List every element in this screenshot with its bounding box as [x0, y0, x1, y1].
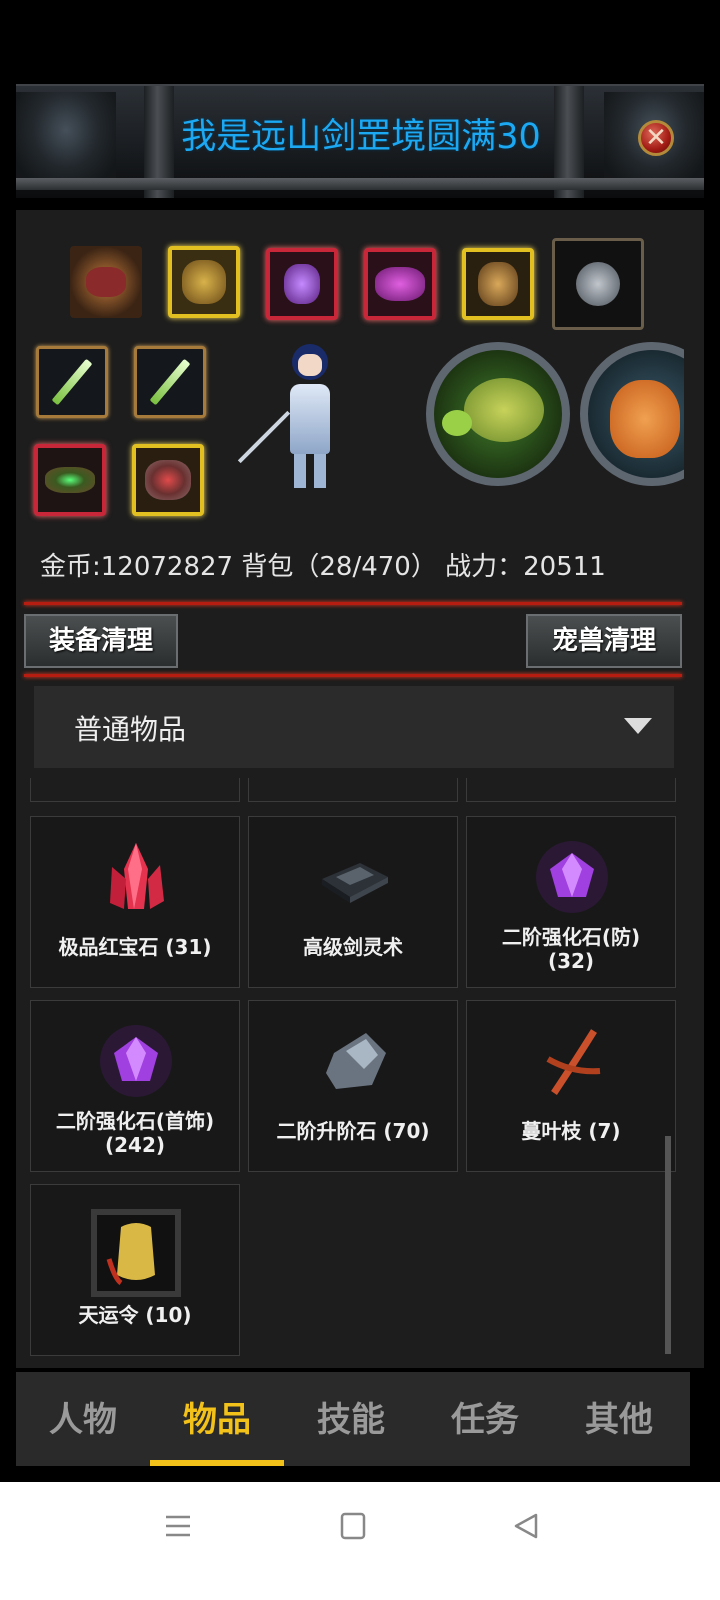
charm-icon [478, 262, 518, 306]
purple-gem-icon [98, 1023, 174, 1099]
token-icon [91, 1209, 181, 1297]
item-cell[interactable]: 天运令 (10) [30, 1184, 240, 1356]
tab-other[interactable]: 其他 [552, 1372, 686, 1466]
header-bar [16, 178, 704, 190]
item-name: 极品红宝石 (31) [58, 935, 212, 959]
fox-icon [610, 380, 680, 458]
ring-slot[interactable] [552, 238, 644, 330]
close-icon[interactable]: ✕ [638, 120, 674, 156]
belt-slot[interactable] [34, 444, 106, 516]
dialog-title: 我是远山剑罡境圆满30 [181, 117, 541, 157]
bracer-icon [145, 460, 191, 500]
item-cell[interactable]: 二阶强化石(防) (32) [466, 816, 676, 988]
filter-selected-label: 普通物品 [74, 713, 187, 746]
book-icon [316, 839, 392, 915]
system-nav-bar [0, 1482, 720, 1600]
turtle-icon [464, 378, 544, 442]
item-cell[interactable]: 蔓叶枝 (7) [466, 1000, 676, 1172]
character-avatar [237, 340, 366, 492]
item-cell[interactable]: 极品红宝石 (31) [30, 816, 240, 988]
active-tab-indicator [150, 1460, 284, 1466]
tab-items[interactable]: 物品 [150, 1372, 284, 1466]
ring-icon [576, 262, 620, 306]
item-name: 二阶强化石(防) (32) [501, 925, 641, 973]
branch-icon [534, 1023, 610, 1099]
tab-skills[interactable]: 技能 [284, 1372, 418, 1466]
menu-icon[interactable] [164, 1512, 192, 1544]
sword-slot-2[interactable] [134, 346, 206, 418]
dialog-header: 我是远山剑罡境圆满30 ✕ [16, 84, 704, 198]
item-name: 二阶强化石(首饰) (242) [55, 1109, 215, 1157]
back-icon[interactable] [512, 1512, 540, 1544]
grey-stone-icon [316, 1023, 392, 1099]
caret-down-icon [624, 718, 652, 734]
divider [24, 674, 682, 677]
dragon-ornament-left-icon [16, 92, 116, 188]
item-filter-dropdown[interactable]: 普通物品 [34, 686, 674, 768]
list-item[interactable] [248, 778, 458, 802]
item-name: 高级剑灵术 [303, 935, 403, 959]
list-item[interactable] [466, 778, 676, 802]
mask-icon [375, 267, 425, 301]
bracer-slot[interactable] [132, 444, 204, 516]
belt-icon [45, 467, 95, 493]
armor-icon [182, 260, 226, 304]
home-icon[interactable] [340, 1512, 366, 1544]
list-item[interactable] [30, 778, 240, 802]
helmet-slot[interactable] [70, 246, 142, 318]
tab-quests[interactable]: 任务 [418, 1372, 552, 1466]
purple-gem-icon [534, 839, 610, 915]
tab-character[interactable]: 人物 [16, 1372, 150, 1466]
stats-text: 金币:12072827 背包（28/470） 战力：20511 [40, 552, 606, 582]
armor-slot[interactable] [168, 246, 240, 318]
item-name: 天运令 (10) [78, 1303, 192, 1327]
scrollbar[interactable] [665, 1136, 671, 1354]
amulet-slot[interactable] [266, 248, 338, 320]
item-name: 蔓叶枝 (7) [521, 1119, 621, 1143]
charm-slot[interactable] [462, 248, 534, 320]
clean-pets-button[interactable]: 宠兽清理 [526, 614, 682, 668]
mask-slot[interactable] [364, 248, 436, 320]
sword-icon [51, 358, 93, 406]
amulet-icon [284, 264, 320, 304]
clean-equipment-button[interactable]: 装备清理 [24, 614, 178, 668]
bottom-tab-bar: 人物 物品 技能 任务 其他 [16, 1372, 690, 1466]
item-cell[interactable]: 二阶强化石(首饰) (242) [30, 1000, 240, 1172]
item-cell[interactable]: 二阶升阶石 (70) [248, 1000, 458, 1172]
item-cell[interactable]: 高级剑灵术 [248, 816, 458, 988]
turtle-pet[interactable] [426, 342, 570, 486]
sword-slot-1[interactable] [36, 346, 108, 418]
divider [24, 602, 682, 605]
item-name: 二阶升阶石 (70) [276, 1119, 430, 1143]
sword-icon [149, 358, 191, 406]
fox-pet[interactable] [580, 342, 684, 486]
helmet-icon [86, 267, 126, 297]
red-crystal-icon [98, 839, 174, 915]
